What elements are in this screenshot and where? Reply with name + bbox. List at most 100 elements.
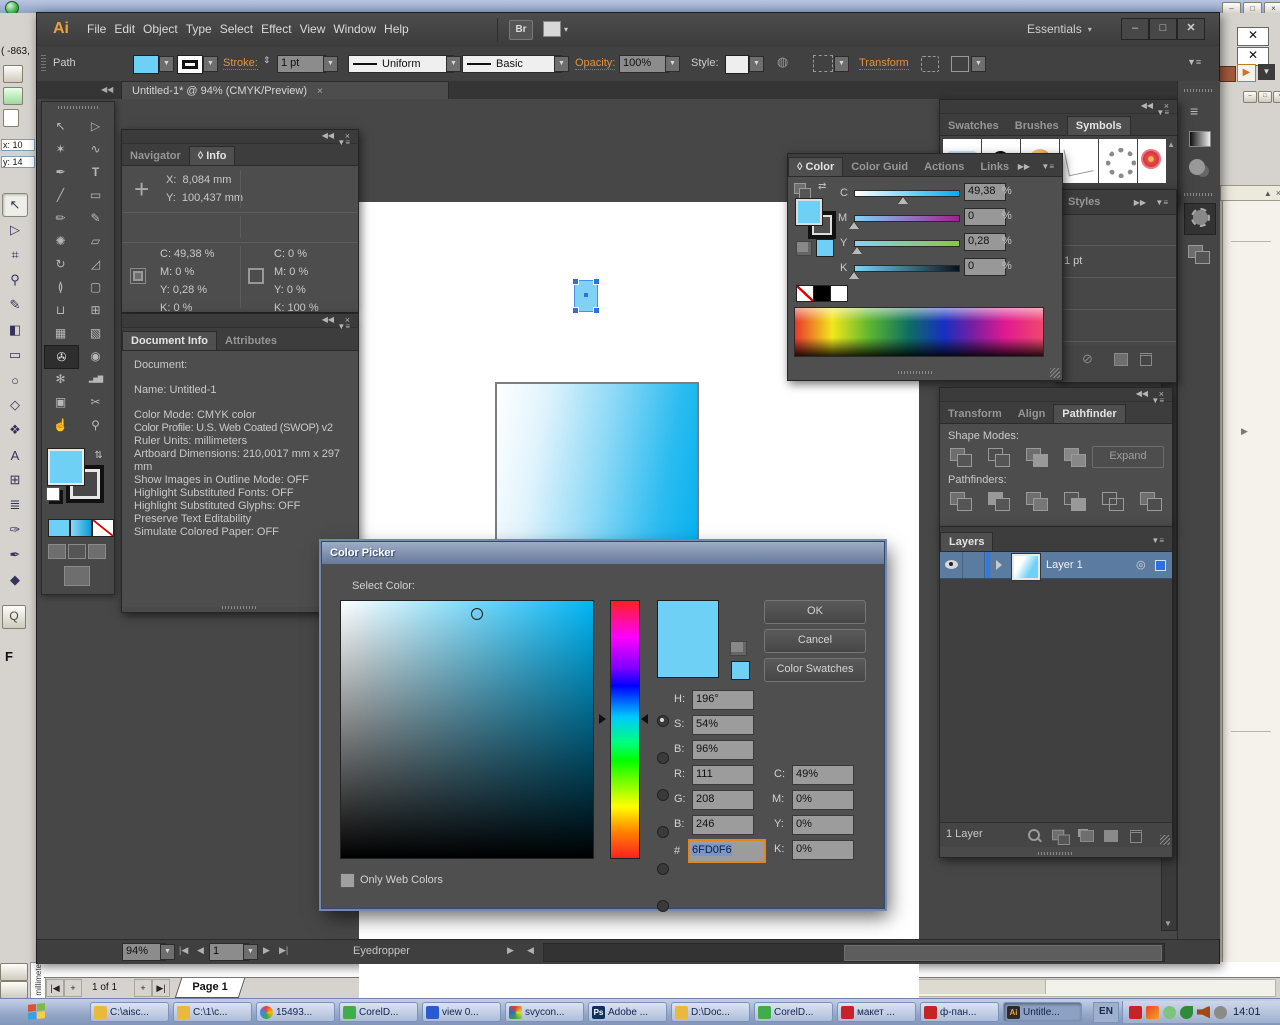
page-icon[interactable] <box>3 109 19 127</box>
hue-marker-right-icon[interactable] <box>641 714 648 724</box>
tab-document-info[interactable]: Document Info <box>122 331 217 350</box>
y-coordinate-field[interactable]: y: 14 <box>1 156 35 168</box>
document-tab[interactable]: Untitled-1* @ 94% (CMYK/Preview) × <box>121 81 449 100</box>
panel-menu-icon[interactable]: ▼≡ <box>337 322 350 331</box>
eyedropper-tool[interactable]: ✇ <box>44 345 79 369</box>
symbol-sketch[interactable] <box>1060 139 1098 183</box>
black-slider[interactable] <box>854 265 960 272</box>
panel-grip[interactable] <box>222 606 258 609</box>
in-gamut-swatch[interactable] <box>731 661 750 680</box>
default-fill-stroke-icon[interactable] <box>46 487 60 501</box>
resize-grip[interactable] <box>1050 368 1060 378</box>
color-spectrum-bar[interactable] <box>794 307 1044 357</box>
panel-menu-icon[interactable]: ▼≡ <box>1151 396 1164 405</box>
direct-selection-tool[interactable]: ▷ <box>79 115 112 137</box>
first-artboard-icon[interactable]: |◀ <box>179 945 188 956</box>
blue-radio[interactable] <box>657 900 669 912</box>
menu-type[interactable]: Type <box>182 22 216 36</box>
panel-grip[interactable] <box>58 106 98 109</box>
palette-scroll-right-icon[interactable]: ▶ <box>1237 64 1256 82</box>
status-expand-icon[interactable]: ▶ <box>507 945 514 956</box>
clock-tray-icon[interactable] <box>1214 1005 1227 1019</box>
menu-window[interactable]: Window <box>329 22 380 36</box>
tab-color[interactable]: ◊ Color <box>788 157 844 176</box>
next-artboard-icon[interactable]: ▶ <box>263 945 270 956</box>
fill-stroke-mini-icon[interactable] <box>794 183 812 199</box>
color-swatch-brown[interactable] <box>1218 66 1236 82</box>
hue-radio[interactable] <box>657 715 669 727</box>
minimize-button[interactable]: – <box>1243 91 1257 103</box>
unite-icon[interactable] <box>950 448 972 467</box>
stroke-weight-label[interactable]: Stroke: <box>223 57 258 70</box>
stroke-profile-dropdown[interactable]: Basic <box>462 55 562 73</box>
draw-inside-button[interactable] <box>88 544 106 559</box>
tab-navigator[interactable]: Navigator <box>122 147 189 165</box>
saturation-radio[interactable] <box>657 752 669 764</box>
style-dropdown-icon[interactable]: ▼ <box>749 56 764 72</box>
tab-brushes[interactable]: Brushes <box>1007 117 1067 135</box>
panel-menu-icon[interactable]: ▼≡ <box>1041 162 1054 171</box>
lasso-tool[interactable]: ∿ <box>79 138 112 160</box>
minus-front-icon[interactable] <box>988 448 1010 467</box>
gradient-tool[interactable]: ▧ <box>79 322 112 344</box>
draw-behind-button[interactable] <box>68 544 86 559</box>
saturation-brightness-field[interactable] <box>340 600 594 859</box>
green-field[interactable]: 208 <box>692 790 754 810</box>
tab-layers[interactable]: Layers <box>940 532 994 551</box>
crop-icon[interactable] <box>1064 492 1086 511</box>
none-swatch[interactable] <box>796 285 814 302</box>
select-similar-icon[interactable] <box>813 55 833 72</box>
selection-indicator[interactable] <box>1155 560 1166 571</box>
close-button[interactable]: ✕ <box>1177 18 1205 40</box>
corel-tool-zoom[interactable]: ⚲ <box>2 268 28 292</box>
network-tray-icon[interactable] <box>1163 1005 1176 1019</box>
tab-color-guide[interactable]: Color Guid <box>843 158 916 176</box>
outline-icon[interactable] <box>1102 492 1124 511</box>
trim-icon[interactable] <box>988 492 1010 511</box>
ok-button[interactable]: OK <box>764 600 866 624</box>
profile-dropdown-icon[interactable]: ▼ <box>554 56 569 72</box>
new-document-icon[interactable] <box>3 87 23 105</box>
artboard-tool[interactable]: ▣ <box>44 391 77 413</box>
divide-icon[interactable] <box>950 492 972 511</box>
corel-tool-crop[interactable]: ⌗ <box>2 243 28 267</box>
yellow-value-field[interactable]: 0,28 <box>964 233 1006 251</box>
menu-object[interactable]: Object <box>139 22 182 36</box>
collapse-icon[interactable]: ◀◀ <box>101 85 113 94</box>
menu-select[interactable]: Select <box>216 22 257 36</box>
first-page-icon[interactable]: |◀ <box>46 979 64 997</box>
hue-marker-left-icon[interactable] <box>599 714 606 724</box>
arrange-documents-button[interactable]: ▾ <box>543 21 568 37</box>
tab-styles[interactable]: Styles <box>1060 193 1108 211</box>
language-indicator[interactable]: EN <box>1093 1002 1119 1023</box>
in-gamut-swatch[interactable] <box>816 239 834 257</box>
maximize-button[interactable]: □ <box>1149 18 1177 40</box>
menu-view[interactable]: View <box>296 22 330 36</box>
expand-icon[interactable]: ▶▶ <box>1134 198 1146 207</box>
start-button[interactable] <box>28 1003 45 1020</box>
tab-links[interactable]: Links <box>972 158 1017 176</box>
selected-square-object[interactable] <box>572 278 600 314</box>
scale-tool[interactable]: ◿ <box>79 253 112 275</box>
scrollbar-thumb[interactable] <box>844 945 1162 961</box>
fill-proxy-swatch[interactable] <box>795 198 823 226</box>
selection-handle[interactable] <box>572 278 579 285</box>
bridge-button[interactable]: Br <box>509 20 533 40</box>
selection-handle[interactable] <box>593 278 600 285</box>
opacity-label[interactable]: Opacity: <box>575 57 616 70</box>
layer-name[interactable]: Layer 1 <box>1046 559 1083 571</box>
perspective-grid-tool[interactable]: ⊞ <box>79 299 112 321</box>
out-of-gamut-cube-icon[interactable] <box>796 241 812 256</box>
x-coordinate-field[interactable]: x: 10 <box>1 139 35 151</box>
fill-swatch[interactable] <box>47 448 85 486</box>
tab-actions[interactable]: Actions <box>916 158 972 176</box>
stroke-stepper-icon[interactable]: ⇕ <box>263 55 271 66</box>
recolor-artwork-icon[interactable] <box>951 56 969 72</box>
scroll-down-icon[interactable]: ▼ <box>1164 919 1172 928</box>
taskbar-item[interactable]: CorelD... <box>339 1002 418 1022</box>
gradient-mode-button[interactable] <box>70 519 92 537</box>
appearance-panel-icon[interactable] <box>1184 203 1216 235</box>
menu-file[interactable]: File <box>83 22 110 36</box>
hue-field[interactable]: 196° <box>692 690 754 710</box>
maximize-button[interactable]: □ <box>1258 91 1272 103</box>
